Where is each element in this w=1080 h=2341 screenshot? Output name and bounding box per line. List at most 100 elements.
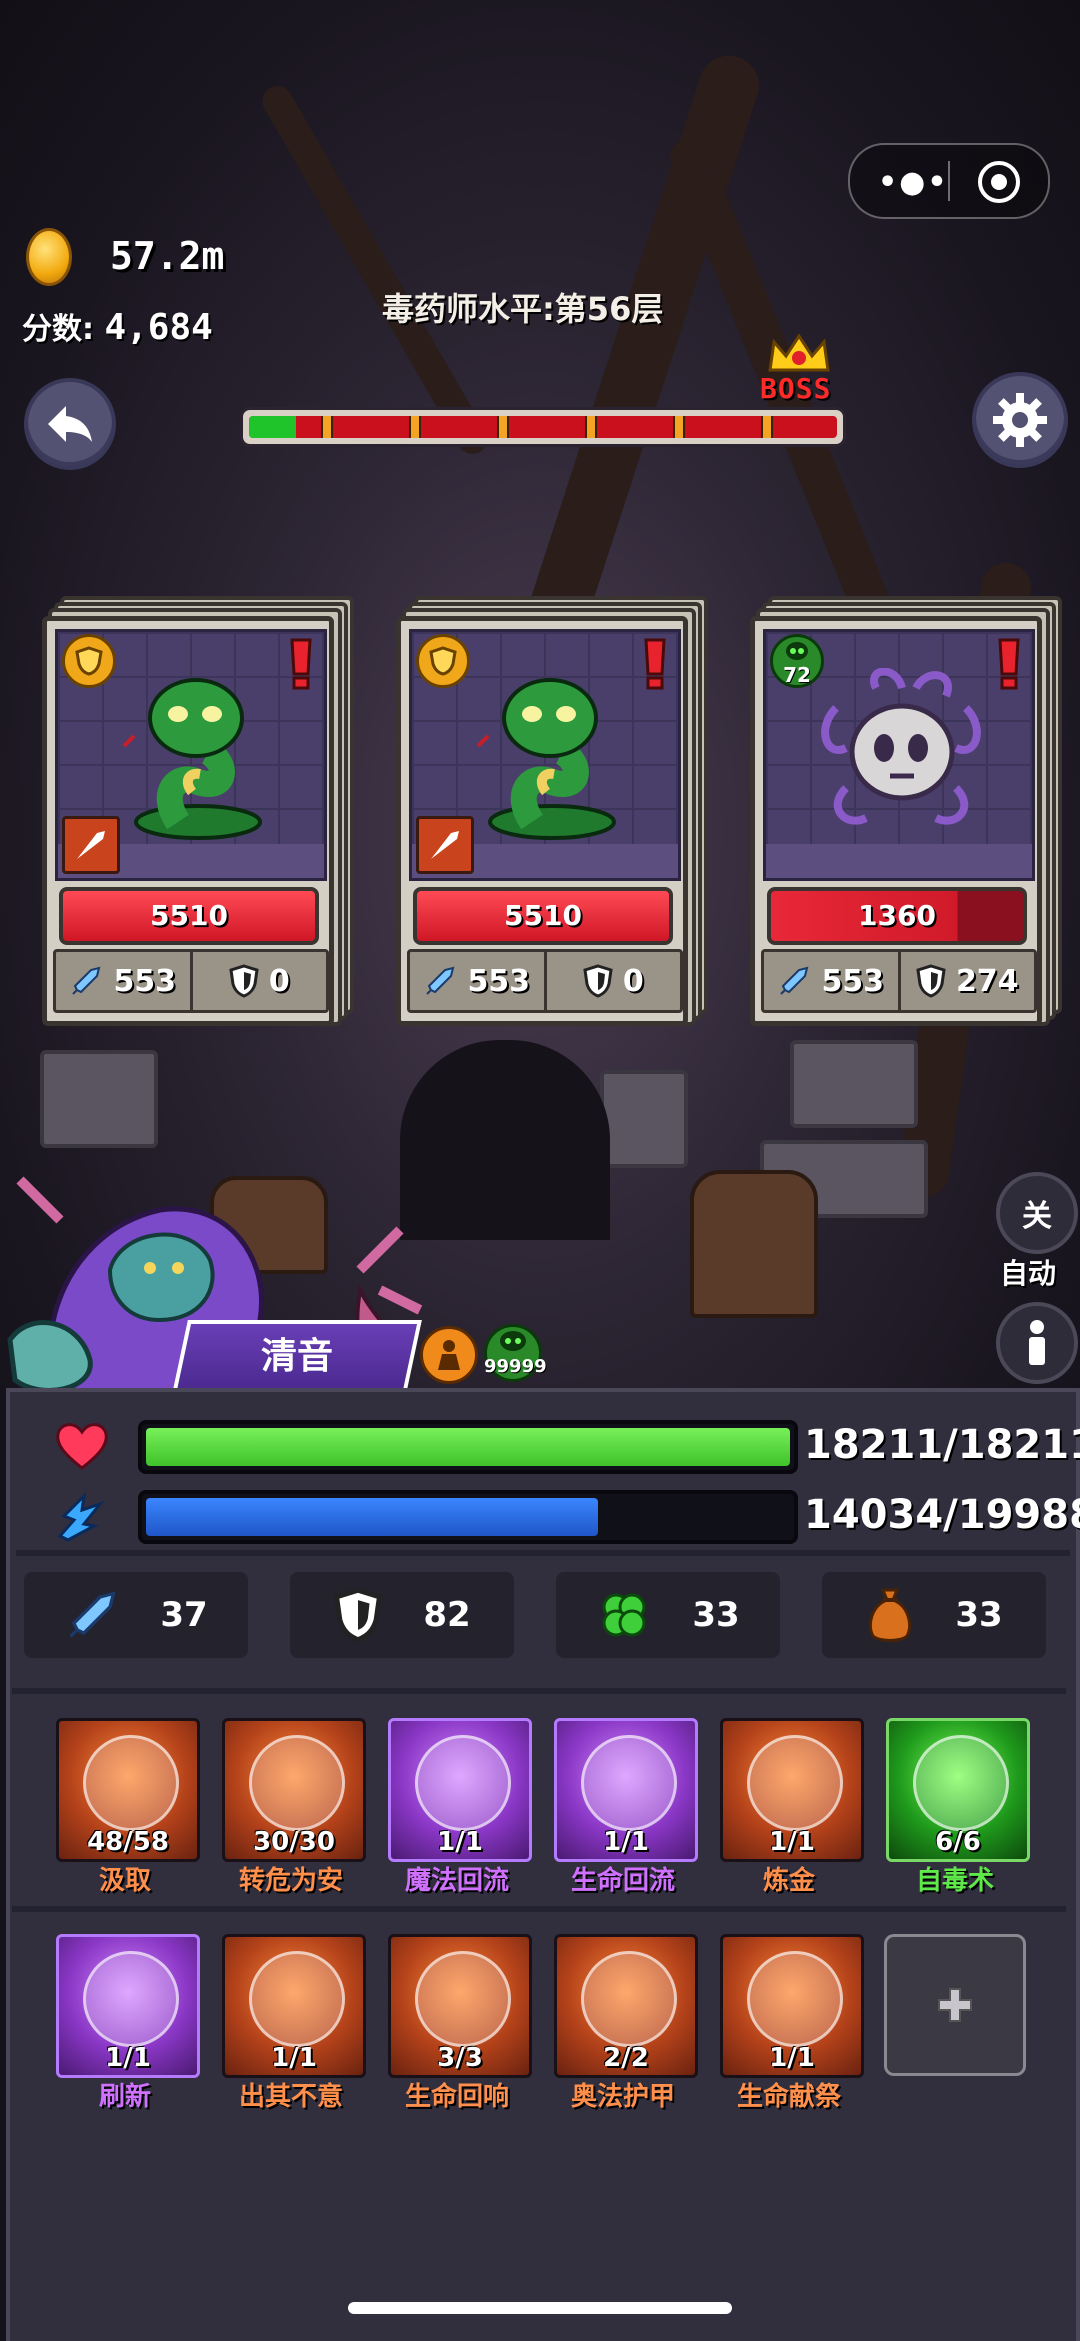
skill-name: 魔法回流 [404, 1866, 509, 1896]
skill-name: 生命回流 [570, 1866, 675, 1896]
skill-name: 转危为安 [238, 1866, 343, 1896]
hp-bar-fill [146, 1428, 790, 1466]
skill-slot[interactable]: 48/58 [56, 1718, 200, 1862]
card-face: 5510 553 0 [42, 616, 334, 1026]
stage-marker [585, 416, 597, 438]
close-miniprogram-icon[interactable] [978, 161, 1020, 203]
skill-slot[interactable]: 2/2 [554, 1934, 698, 2078]
add-skill-slot[interactable] [884, 1934, 1026, 2076]
hp-bar [138, 1420, 798, 1474]
settings-button[interactable] [972, 372, 1068, 468]
stage-marker [321, 416, 333, 438]
skill-icon [747, 1735, 843, 1831]
luck-value: 33 [692, 1595, 740, 1635]
skill-icon [249, 1735, 345, 1831]
auto-label: 自动 [1000, 1257, 1057, 1290]
skill-uses: 1/1 [271, 2043, 317, 2073]
card-art [409, 629, 681, 881]
enemy-attack-value: 553 [821, 963, 885, 999]
shield-icon [583, 964, 613, 998]
skill-slot[interactable]: 6/6 [886, 1718, 1030, 1862]
skill-uses: 30/30 [253, 1827, 335, 1857]
mp-bar-fill [146, 1498, 598, 1536]
back-arrow-icon [48, 406, 92, 442]
enemy-card-3[interactable]: 72 1360 553 274 [750, 596, 1062, 1026]
skill-uses: 1/1 [769, 2043, 815, 2073]
skill-slot[interactable]: 1/1 [720, 1934, 864, 2078]
attack-stat: 37 [24, 1572, 248, 1658]
skill-slot[interactable]: 1/1 [388, 1718, 532, 1862]
weapon-slot-icon [62, 816, 120, 874]
enemy-stats: 553 0 [53, 949, 329, 1013]
progress-track [249, 416, 837, 438]
score: 分数: 4,684 [22, 304, 213, 348]
panel-divider [12, 1688, 1066, 1694]
skill-icon [415, 1951, 511, 2047]
threat-alert-icon [290, 638, 312, 690]
gear-icon [993, 393, 1047, 447]
score-value: 4,684 [104, 307, 213, 348]
enemy-hp-bar: 5510 [59, 887, 319, 945]
gold-coin-icon [26, 228, 72, 286]
info-icon [1029, 1320, 1045, 1365]
hero-name: 清音 [260, 1336, 333, 1377]
sword-icon [72, 966, 101, 995]
shield-icon [229, 964, 259, 998]
skill-icon [249, 1951, 345, 2047]
enemy-hp-bar: 5510 [413, 887, 673, 945]
skill-slot[interactable]: 30/30 [222, 1718, 366, 1862]
enemy-attack-value: 553 [467, 963, 531, 999]
mana-icon [57, 1491, 105, 1542]
skill-name: 汲取 [98, 1866, 151, 1896]
skill-uses: 1/1 [105, 2043, 151, 2073]
skill-icon [415, 1735, 511, 1831]
hero-poison-count: 99999 [484, 1356, 547, 1377]
skill-icon [581, 1951, 677, 2047]
enemy-attack: 553 [410, 952, 547, 1010]
capsule-divider [948, 161, 950, 201]
card-art [55, 629, 327, 881]
gold-bag-value: 33 [955, 1595, 1003, 1635]
card-face: 5510 553 0 [396, 616, 688, 1026]
enemy-defense: 0 [547, 952, 681, 1010]
sword-icon [780, 966, 809, 995]
mp-bar [138, 1490, 798, 1544]
auto-toggle-button[interactable]: 关 [996, 1172, 1078, 1254]
defense-value: 82 [423, 1595, 471, 1635]
skill-icon [83, 1951, 179, 2047]
enemy-hp-bar: 1360 [767, 887, 1027, 945]
info-button[interactable] [996, 1302, 1078, 1384]
skill-uses: 3/3 [437, 2043, 483, 2073]
skill-name: 出其不意 [238, 2082, 343, 2112]
skill-slot[interactable]: 1/1 [56, 1934, 200, 2078]
more-menu-icon[interactable]: •●• [878, 165, 949, 200]
ruin-stone [40, 1050, 158, 1148]
ruin-stone [790, 1040, 918, 1128]
treasure-chest [690, 1170, 818, 1318]
stage-marker [497, 416, 509, 438]
skill-name: 生命回响 [404, 2082, 509, 2112]
enemy-defense: 0 [193, 952, 327, 1010]
level-title: 毒药师水平:第56层 [382, 290, 664, 328]
luck-stat: 33 [556, 1572, 780, 1658]
shield-buff-icon [62, 634, 116, 688]
skill-uses: 6/6 [935, 1827, 981, 1857]
enemy-card-1[interactable]: 5510 553 0 [42, 596, 354, 1026]
snake-monster-icon [476, 678, 616, 840]
auto-toggle-label: 关 [1022, 1199, 1052, 1234]
mp-row: 14034/19988 [10, 1484, 1080, 1550]
tree-silhouette [257, 80, 493, 460]
skill-name: 炼金 [762, 1866, 815, 1896]
panel-divider [12, 1906, 1066, 1912]
skill-uses: 1/1 [769, 1827, 815, 1857]
level-progress-bar [240, 407, 846, 447]
back-button[interactable] [24, 378, 116, 470]
sword-icon [426, 966, 455, 995]
skill-slot[interactable]: 1/1 [554, 1718, 698, 1862]
skill-slot[interactable]: 1/1 [222, 1934, 366, 2078]
skill-slot[interactable]: 3/3 [388, 1934, 532, 2078]
shield-icon [334, 1587, 383, 1643]
skill-slot[interactable]: 1/1 [720, 1718, 864, 1862]
enemy-card-2[interactable]: 5510 553 0 [396, 596, 708, 1026]
skill-icon [581, 1735, 677, 1831]
